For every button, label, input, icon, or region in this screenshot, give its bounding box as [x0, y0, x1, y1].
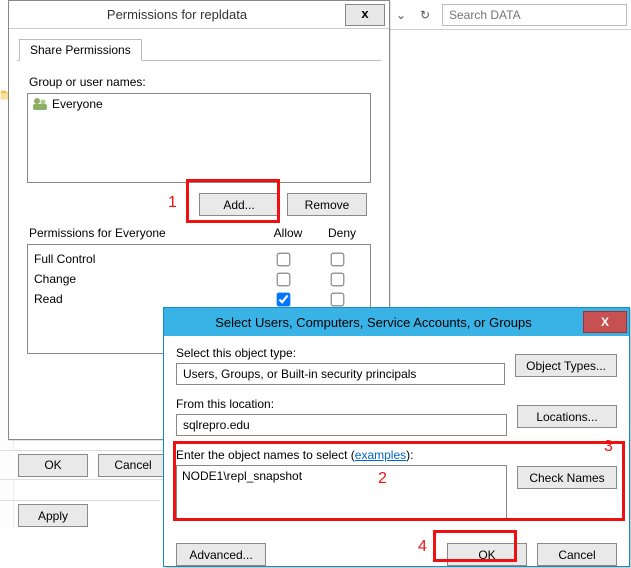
dialog-footer: Advanced... OK Cancel: [164, 543, 629, 566]
check-names-button[interactable]: Check Names: [517, 466, 617, 489]
dialog-title: Select Users, Computers, Service Account…: [164, 315, 583, 330]
object-type-label: Select this object type:: [176, 346, 505, 360]
user-list-buttons: Add... Remove: [27, 193, 367, 216]
ok-button[interactable]: OK: [447, 543, 527, 566]
perm-name: Full Control: [34, 252, 256, 266]
titlebar: Select Users, Computers, Service Account…: [164, 308, 629, 336]
add-button[interactable]: Add...: [199, 193, 279, 216]
deny-change-checkbox[interactable]: [331, 272, 345, 286]
allow-header: Allow: [261, 226, 315, 240]
object-type-field[interactable]: [176, 363, 505, 385]
examples-link[interactable]: examples: [355, 448, 406, 462]
cancel-button[interactable]: Cancel: [537, 543, 617, 566]
allow-change-checkbox[interactable]: [277, 272, 291, 286]
locations-button[interactable]: Locations...: [517, 405, 617, 428]
perm-name: Change: [34, 272, 256, 286]
select-users-dialog: Select Users, Computers, Service Account…: [163, 307, 630, 567]
close-button[interactable]: X: [583, 311, 627, 333]
group-icon: [32, 97, 48, 111]
object-types-button[interactable]: Object Types...: [515, 354, 617, 377]
down-icon[interactable]: ⌄: [394, 8, 408, 22]
advanced-button[interactable]: Advanced...: [176, 543, 266, 566]
tab-strip: Share Permissions: [17, 37, 381, 61]
object-names-label: Enter the object names to select (exampl…: [176, 448, 507, 462]
list-item[interactable]: Everyone: [30, 96, 368, 112]
cancel-button[interactable]: Cancel: [98, 454, 168, 477]
dialog-title: Permissions for repldata: [9, 7, 345, 22]
titlebar: Permissions for repldata x: [9, 1, 389, 29]
remove-button[interactable]: Remove: [287, 193, 367, 216]
deny-full-control-checkbox[interactable]: [331, 252, 345, 266]
group-or-user-names-label: Group or user names:: [29, 75, 371, 89]
refresh-icon[interactable]: ↻: [418, 8, 432, 22]
perm-row-full-control: Full Control: [34, 249, 364, 269]
deny-read-checkbox[interactable]: [331, 292, 345, 306]
deny-header: Deny: [315, 226, 369, 240]
permissions-header-row: Permissions for Everyone Allow Deny: [29, 226, 369, 240]
allow-full-control-checkbox[interactable]: [277, 252, 291, 266]
perm-row-read: Read: [34, 289, 364, 309]
from-location-label: From this location:: [176, 397, 507, 411]
ok-button[interactable]: OK: [18, 454, 88, 477]
tab-share-permissions[interactable]: Share Permissions: [19, 39, 142, 61]
apply-button[interactable]: Apply: [18, 504, 88, 527]
object-names-input[interactable]: [176, 465, 507, 521]
dialog-body: Select this object type: Object Types...…: [164, 336, 629, 543]
search-input[interactable]: [442, 4, 627, 26]
user-listbox[interactable]: Everyone: [27, 93, 371, 183]
parent-dialog-buttons-2: Apply: [0, 500, 160, 530]
close-button[interactable]: x: [345, 4, 385, 26]
explorer-toolbar-fragment: ⌄ ↻: [390, 0, 631, 30]
from-location-field[interactable]: [176, 414, 507, 436]
perm-name: Read: [34, 292, 256, 306]
permissions-for-label: Permissions for Everyone: [29, 226, 261, 240]
perm-row-change: Change: [34, 269, 364, 289]
list-item-label: Everyone: [52, 97, 103, 111]
allow-read-checkbox[interactable]: [277, 292, 291, 306]
